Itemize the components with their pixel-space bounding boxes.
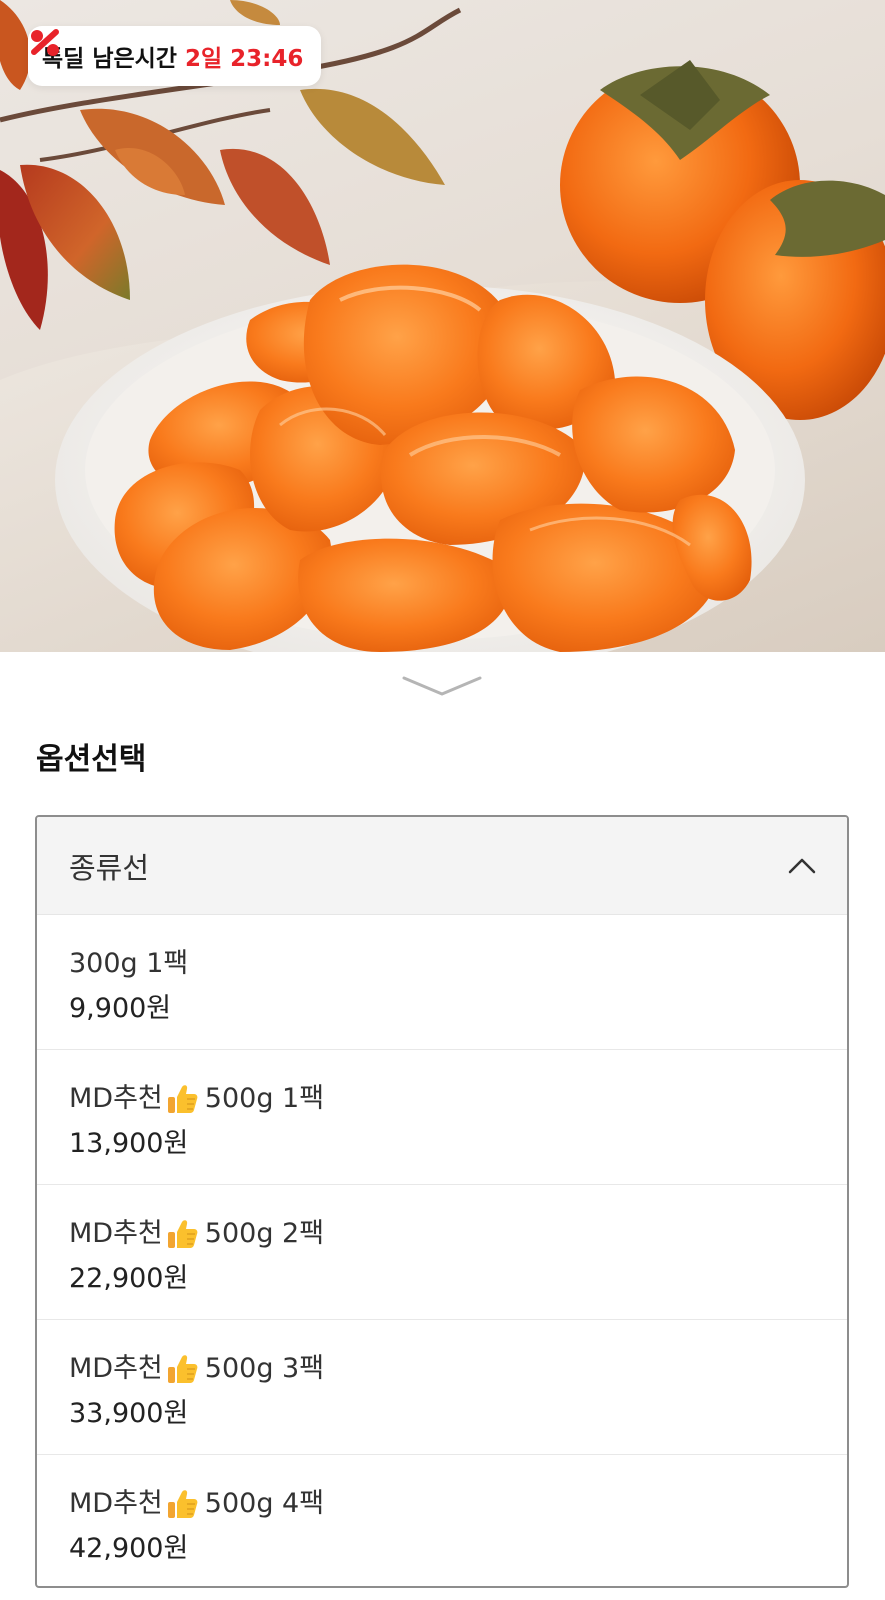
option-item-price: 42,900원 — [69, 1533, 189, 1564]
option-item[interactable]: MD추천 500g 1팩 13,900원 — [37, 1050, 847, 1185]
thumbs-up-icon — [167, 1085, 198, 1113]
option-item-label: 500g 4팩 — [204, 1488, 325, 1519]
option-item-label: 500g 2팩 — [204, 1218, 325, 1249]
option-item-name: MD추천 500g 1팩 — [69, 1080, 815, 1118]
md-recommend-label: MD추천 — [69, 1083, 163, 1114]
option-item-name: MD추천 500g 3팩 — [69, 1350, 815, 1388]
option-item-name: MD추천 500g 4팩 — [69, 1485, 815, 1523]
option-dropdown-header[interactable]: 종류선 — [37, 817, 847, 915]
option-item[interactable]: 300g 1팩 9,900원 — [37, 915, 847, 1050]
option-item-name: MD추천 500g 2팩 — [69, 1215, 815, 1253]
deal-timer-label: 톡딜 남은시간 — [42, 46, 177, 72]
deal-timer-value: 2일 23:46 — [184, 46, 304, 72]
option-item-price: 13,900원 — [69, 1128, 189, 1159]
option-item[interactable]: MD추천 500g 3팩 33,900원 — [37, 1320, 847, 1455]
expand-details-button[interactable] — [400, 672, 484, 702]
option-item-price: 33,900원 — [69, 1398, 189, 1429]
option-item[interactable]: MD추천 500g 4팩 42,900원 — [37, 1455, 847, 1586]
option-item-price: 22,900원 — [69, 1263, 189, 1294]
thumbs-up-icon — [167, 1490, 198, 1518]
deal-timer-badge: 톡딜 남은시간 2일 23:46 — [28, 26, 322, 86]
option-item-name: 300g 1팩 — [69, 945, 815, 983]
option-item-label: 500g 3팩 — [204, 1353, 325, 1384]
percent-icon — [31, 29, 59, 56]
dried-persimmon-illustration — [0, 0, 885, 652]
md-recommend-label: MD추천 — [69, 1488, 163, 1519]
option-item-price: 9,900원 — [69, 993, 172, 1024]
option-select-title: 옵션선택 — [36, 742, 147, 777]
chevron-down-icon — [402, 676, 482, 696]
chevron-up-icon — [788, 858, 816, 873]
product-image: 톡딜 남은시간 2일 23:46 — [0, 0, 885, 652]
option-dropdown-label: 종류선 — [69, 850, 150, 885]
option-item-label: 300g 1팩 — [69, 948, 189, 979]
option-dropdown: 종류선 300g 1팩 9,900원 MD추천 500g 1팩 13,900원 … — [35, 815, 849, 1588]
md-recommend-label: MD추천 — [69, 1353, 163, 1384]
thumbs-up-icon — [167, 1220, 198, 1248]
md-recommend-label: MD추천 — [69, 1218, 163, 1249]
thumbs-up-icon — [167, 1355, 198, 1383]
option-item[interactable]: MD추천 500g 2팩 22,900원 — [37, 1185, 847, 1320]
option-item-label: 500g 1팩 — [204, 1083, 325, 1114]
